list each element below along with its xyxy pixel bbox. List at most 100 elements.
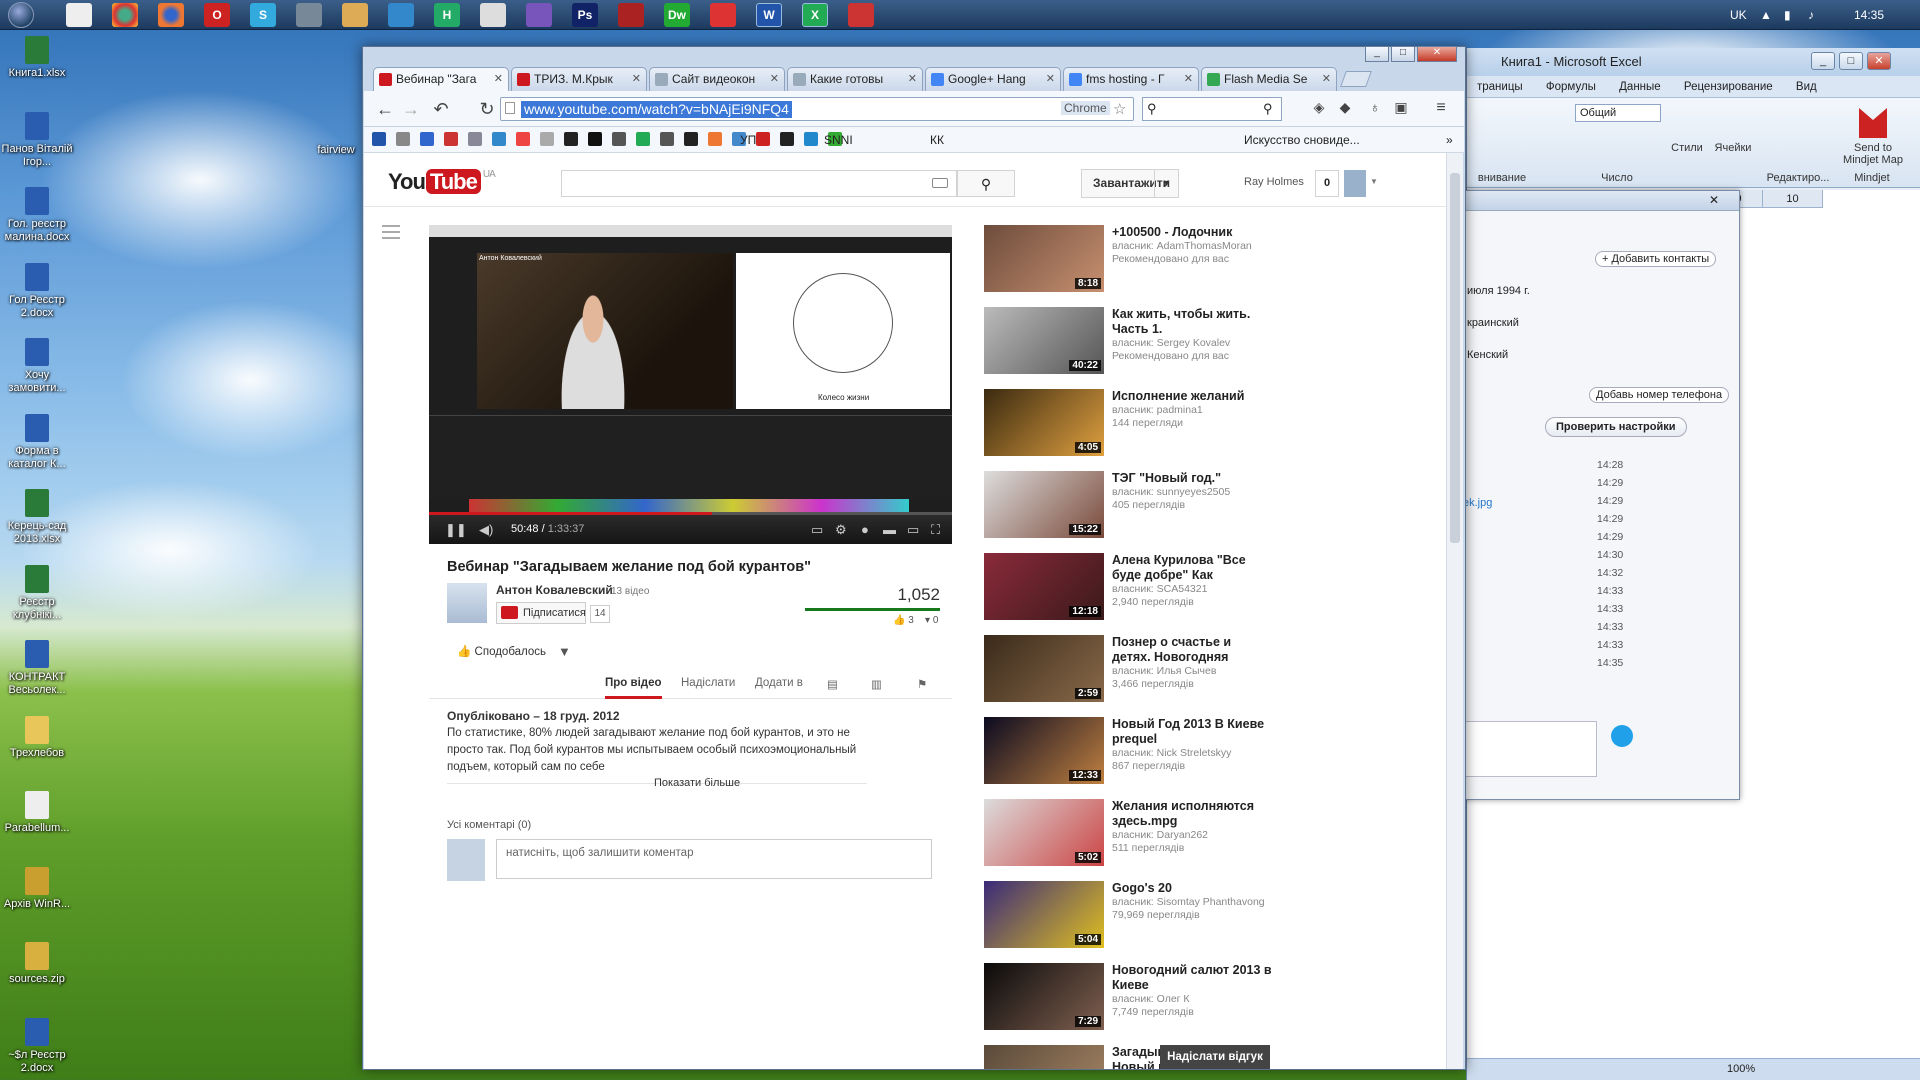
close-tab-icon[interactable]: ✕ [908, 68, 917, 90]
bookmark-icon[interactable] [588, 131, 606, 149]
menu-review[interactable]: Рецензирование [1684, 81, 1773, 93]
bookmark-icon[interactable] [444, 131, 462, 149]
recommended-video[interactable]: 2:59 Познер о счастье и детях. Новогодняя… [984, 635, 1404, 702]
captions-icon[interactable]: ▭ [811, 522, 823, 538]
desktop-icon[interactable]: Керець-сад 2013.xlsx [0, 489, 74, 546]
network-icon[interactable]: ▮ [1784, 0, 1791, 30]
close-icon[interactable]: ✕ [1709, 193, 1719, 207]
tool-icon[interactable] [296, 3, 322, 27]
desktop-icon[interactable]: Трехлебов [0, 715, 74, 760]
recommended-video[interactable]: 12:18 Алена Курилова "Все буде добре" Как… [984, 553, 1404, 620]
toolbar-search-input[interactable]: ⚲ ⚲ [1142, 97, 1282, 121]
bookmark-icon[interactable] [612, 131, 630, 149]
excel2-icon[interactable]: X [802, 3, 828, 27]
tray-arrow-icon[interactable]: ▲ [1760, 0, 1772, 30]
search-input[interactable] [561, 170, 957, 197]
desktop-folder-label[interactable]: fairview [316, 144, 356, 157]
more-bookmarks-icon[interactable]: » [1446, 131, 1453, 149]
bookmark-icon[interactable] [564, 131, 582, 149]
guide-menu-icon[interactable] [382, 225, 400, 239]
bookmark-icon[interactable] [516, 131, 534, 149]
bookmark-icon[interactable] [708, 131, 726, 149]
recommended-video[interactable]: 5:02 Желания исполняются здесь.mpg власник… [984, 799, 1404, 866]
video-title[interactable]: Алена Курилова "Все буде добре" Как [1112, 553, 1246, 582]
search-button-icon[interactable]: ⚲ [1263, 101, 1273, 117]
page-scrollbar[interactable] [1446, 153, 1463, 1069]
recommended-video[interactable]: 8:18 +100500 - Лодочник власник: AdamThoma… [984, 225, 1404, 292]
address-bar[interactable]: www.youtube.com/watch?v=bNAjEi9NFQ4 Chro… [500, 97, 1134, 121]
desktop-icon[interactable]: Архів WinR... [0, 866, 74, 911]
video-thumbnail[interactable]: 7:29 [984, 963, 1104, 1030]
close-tab-icon[interactable]: ✕ [494, 68, 503, 90]
recommended-video[interactable]: 7:29 Новогодний салют 2013 в Киеве власник… [984, 963, 1404, 1030]
comment-input[interactable]: натисніть, щоб залишити коментар [496, 839, 932, 879]
bookmark-icon[interactable] [804, 131, 822, 149]
recommended-video[interactable]: 15:22 ТЭГ "Новый год." власник: sunnyeyes2… [984, 471, 1404, 538]
start-button[interactable] [8, 2, 34, 28]
excel-icon[interactable]: H [434, 3, 460, 27]
mindjet-send-button[interactable]: Send to Mindjet Map [1835, 142, 1911, 166]
recommended-video[interactable]: 4:05 Исполнение желаний власник: padmina1 1… [984, 389, 1404, 456]
folder-icon[interactable] [342, 3, 368, 27]
desktop-icon[interactable]: Форма в каталог К... [0, 413, 74, 471]
close-button[interactable]: ✕ [1867, 52, 1891, 70]
bookmark-icon[interactable] [756, 131, 774, 149]
video-thumbnail[interactable]: 4:05 [984, 389, 1104, 456]
tab-1[interactable]: ТРИЗ. М.Крык ✕ [511, 67, 647, 91]
desktop-icon[interactable]: Книга1.xlsx [0, 36, 74, 80]
tab-about[interactable]: Про відео [605, 677, 662, 699]
add-contacts-button[interactable]: + Добавить контакты [1595, 251, 1717, 267]
tab-4[interactable]: Google+ Hang ✕ [925, 67, 1061, 91]
search-button[interactable]: ⚲ [957, 170, 1015, 197]
channel-avatar[interactable] [447, 583, 487, 623]
video-thumbnail[interactable]: 40:22 [984, 307, 1104, 374]
notification-count[interactable]: 0 [1315, 170, 1339, 197]
bookmark-icon[interactable] [420, 131, 438, 149]
url-text[interactable]: www.youtube.com/watch?v=bNAjEi9NFQ4 [521, 101, 792, 118]
styles-button[interactable]: Стили [1667, 142, 1707, 154]
username[interactable]: Ray Holmes [1244, 176, 1304, 188]
feedback-button[interactable]: Надіслати відгук [1160, 1045, 1270, 1069]
video-title[interactable]: Исполнение желаний [1112, 389, 1244, 403]
tab-0[interactable]: Вебинар "Зага ✕ [373, 67, 509, 91]
transcript-icon[interactable]: ▤ [827, 677, 838, 691]
small-player-icon[interactable]: ▬ [883, 522, 896, 537]
settings-gear-icon[interactable]: ⚙ [835, 522, 847, 538]
pause-icon[interactable]: ❚❚ [445, 522, 467, 538]
menu-icon[interactable]: ≡ [1430, 99, 1452, 117]
close-tab-icon[interactable]: ✕ [1046, 68, 1055, 90]
youtube-logo[interactable]: You Tube UA [388, 169, 496, 195]
channel-name[interactable]: Антон Ковалевский [496, 583, 613, 597]
extension2-icon[interactable]: ◆ [1334, 99, 1356, 116]
app-icon[interactable] [526, 3, 552, 27]
video-thumbnail[interactable]: 5:04 [984, 881, 1104, 948]
bookmark-icon[interactable] [684, 131, 702, 149]
volume-icon[interactable]: ♪ [1808, 0, 1814, 30]
bookmark-icon[interactable] [372, 131, 390, 149]
chrome-icon[interactable] [112, 3, 138, 27]
desktop-icon[interactable]: Панов Віталій Ігор... [0, 111, 74, 169]
desktop-icon[interactable]: Гол Реєстр 2.docx [0, 262, 74, 320]
video-title[interactable]: +100500 - Лодочник [1112, 225, 1232, 239]
back-button[interactable]: ← [374, 99, 396, 120]
check-settings-button[interactable]: Проверить настройки [1545, 417, 1687, 437]
word-icon[interactable]: W [756, 3, 782, 27]
photoshop-icon[interactable]: Ps [572, 3, 598, 27]
bookmark-icon[interactable] [492, 131, 510, 149]
minimize-button[interactable]: _ [1811, 52, 1835, 70]
close-tab-icon[interactable]: ✕ [1322, 68, 1331, 90]
stats-icon[interactable]: ▥ [871, 677, 882, 691]
tab-add-to[interactable]: Додати в [755, 677, 803, 689]
zoom-level[interactable]: 100% [1727, 1063, 1755, 1075]
video-title[interactable]: Познер о счастье и детях. Новогодняя [1112, 635, 1231, 664]
recommended-video[interactable]: 12:33 Новый Год 2013 В Киеве prequel власн… [984, 717, 1404, 784]
video-thumbnail[interactable]: 12:33 [984, 717, 1104, 784]
video-title[interactable]: Gogo's 20 [1112, 881, 1172, 895]
scroll-thumb[interactable] [1450, 173, 1460, 543]
forward-button[interactable]: → [400, 99, 422, 120]
skype-icon[interactable]: S [250, 3, 276, 27]
add-phone-button[interactable]: Добавь номер телефона [1589, 387, 1730, 403]
close-tab-icon[interactable]: ✕ [632, 68, 641, 90]
clock[interactable]: 14:35 [1854, 0, 1884, 30]
volume-icon[interactable]: ◀) [479, 522, 493, 538]
